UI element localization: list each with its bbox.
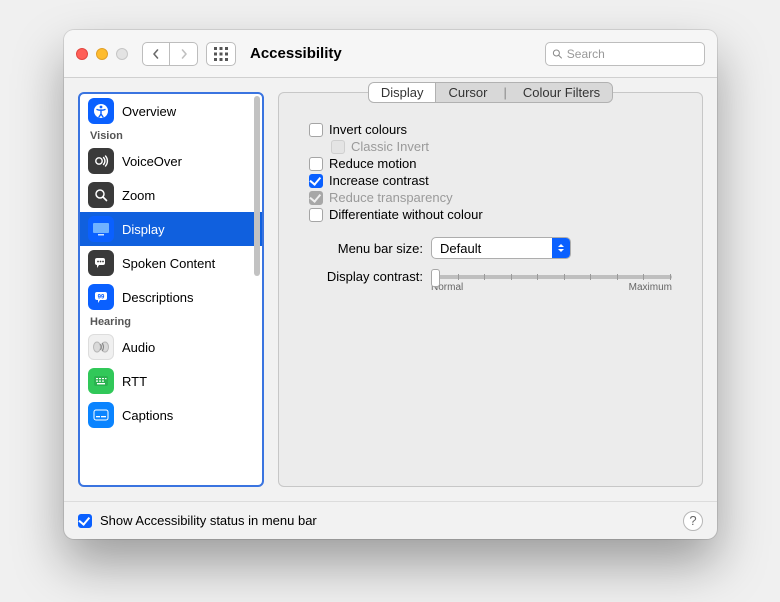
sidebar-item-label: Captions: [122, 408, 173, 423]
sidebar-item-label: Overview: [122, 104, 176, 119]
sidebar-item-label: Zoom: [122, 188, 155, 203]
show-status-label: Show Accessibility status in menu bar: [100, 513, 317, 528]
sidebar: Overview Vision VoiceOver Zoom Display Spoken…: [78, 92, 264, 487]
classic-invert-row: Classic Invert: [309, 138, 672, 155]
footer: Show Accessibility status in menu bar ?: [64, 501, 717, 539]
tab-bar: DisplayCursor|Colour Filters: [368, 82, 613, 103]
sidebar-item-label: Descriptions: [122, 290, 194, 305]
menu-bar-size-select[interactable]: Default: [431, 237, 571, 259]
toolbar: Accessibility: [64, 30, 717, 78]
back-button[interactable]: [142, 42, 170, 66]
differentiate-without-colour-checkbox[interactable]: [309, 208, 323, 222]
slider-max-label: Maximum: [629, 282, 672, 293]
sidebar-item-label: RTT: [122, 374, 147, 389]
svg-text:99: 99: [98, 295, 105, 301]
sidebar-item-label: Display: [122, 222, 165, 237]
tab-separator: |: [499, 83, 510, 102]
sidebar-section: Vision: [80, 128, 262, 144]
sidebar-item-descriptions[interactable]: 99 Descriptions: [80, 280, 262, 314]
reduce-transparency-checkbox: [309, 191, 323, 205]
display-contrast-row: Display contrast:: [309, 269, 672, 293]
display-contrast-slider[interactable]: [431, 275, 672, 279]
zoom-window-button[interactable]: [116, 48, 128, 60]
sidebar-item-label: Audio: [122, 340, 155, 355]
search-icon: [552, 48, 563, 60]
reduce-transparency-label: Reduce transparency: [329, 190, 453, 205]
menu-bar-size-value: Default: [440, 241, 481, 256]
tab-cursor[interactable]: Cursor: [436, 83, 499, 102]
body: Overview Vision VoiceOver Zoom Display Spoken…: [64, 78, 717, 501]
forward-button[interactable]: [170, 42, 198, 66]
sidebar-item-overview[interactable]: Overview: [80, 94, 262, 128]
help-button[interactable]: ?: [683, 511, 703, 531]
menu-bar-size-label: Menu bar size:: [317, 241, 423, 256]
sidebar-section: Hearing: [80, 314, 262, 330]
sidebar-item-zoom[interactable]: Zoom: [80, 178, 262, 212]
reduce-motion-label: Reduce motion: [329, 156, 416, 171]
invert-colours-label: Invert colours: [329, 122, 407, 137]
display-contrast-thumb[interactable]: [431, 269, 440, 287]
tab-display[interactable]: Display: [369, 83, 437, 102]
differentiate-without-colour-label: Differentiate without colour: [329, 207, 483, 222]
reduce-motion-checkbox[interactable]: [309, 157, 323, 171]
search-input[interactable]: [567, 47, 698, 61]
grid-icon: [214, 47, 228, 61]
nav-buttons: [142, 42, 198, 66]
sidebar-item-spoken-content[interactable]: Spoken Content: [80, 246, 262, 280]
reduce-transparency-row: Reduce transparency: [309, 189, 672, 206]
reduce-motion-row: Reduce motion: [309, 155, 672, 172]
show-status-checkbox[interactable]: [78, 514, 92, 528]
settings-panel: DisplayCursor|Colour Filters Invert colo…: [278, 92, 703, 487]
menu-bar-size-row: Menu bar size: Default: [309, 237, 672, 259]
sidebar-item-audio[interactable]: Audio: [80, 330, 262, 364]
display-contrast-label: Display contrast:: [317, 269, 423, 284]
increase-contrast-label: Increase contrast: [329, 173, 429, 188]
invert-colours-checkbox[interactable]: [309, 123, 323, 137]
sidebar-item-label: VoiceOver: [122, 154, 182, 169]
increase-contrast-checkbox[interactable]: [309, 174, 323, 188]
close-window-button[interactable]: [76, 48, 88, 60]
classic-invert-checkbox: [331, 140, 345, 154]
increase-contrast-row: Increase contrast: [309, 172, 672, 189]
tab-colour-filters[interactable]: Colour Filters: [511, 83, 612, 102]
search-field[interactable]: [545, 42, 705, 66]
window-title: Accessibility: [250, 45, 342, 62]
sidebar-item-voiceover[interactable]: VoiceOver: [80, 144, 262, 178]
differentiate-without-colour-row: Differentiate without colour: [309, 206, 672, 223]
invert-colours-row: Invert colours: [309, 121, 672, 138]
sidebar-item-label: Spoken Content: [122, 256, 215, 271]
window-controls: [76, 48, 128, 60]
options-group: Invert colours Classic Invert Reduce mot…: [301, 111, 680, 293]
sidebar-item-display[interactable]: Display: [80, 212, 262, 246]
classic-invert-label: Classic Invert: [351, 139, 429, 154]
preferences-window: Accessibility Overview Vision VoiceOver Zoo…: [64, 30, 717, 539]
select-caret-icon: [552, 238, 570, 258]
sidebar-item-rtt[interactable]: RTT: [80, 364, 262, 398]
show-all-button[interactable]: [206, 42, 236, 66]
minimize-window-button[interactable]: [96, 48, 108, 60]
sidebar-scrollbar[interactable]: [254, 96, 260, 276]
sidebar-item-captions[interactable]: Captions: [80, 398, 262, 432]
